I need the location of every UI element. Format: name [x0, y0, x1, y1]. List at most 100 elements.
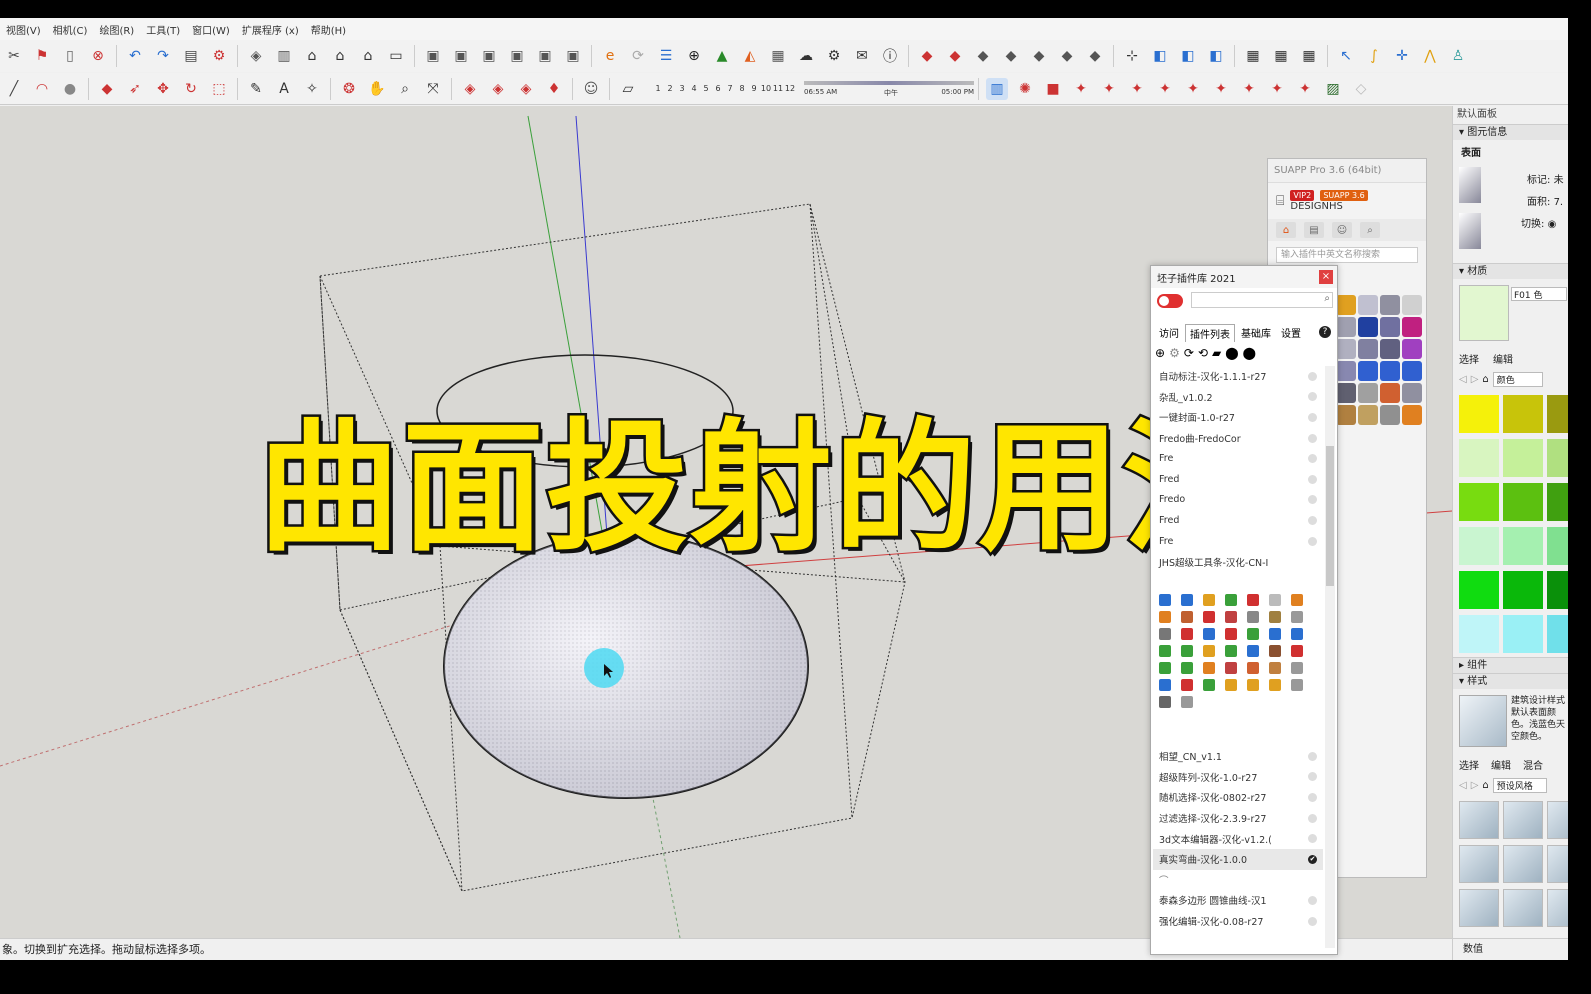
image-icon[interactable]: ▨: [1322, 78, 1344, 100]
zoom-icon[interactable]: ⌕: [394, 78, 416, 100]
tool-icon[interactable]: [1336, 361, 1356, 381]
tab-select[interactable]: 选择: [1459, 351, 1479, 366]
lasso-icon[interactable]: ∫: [1363, 45, 1385, 67]
tab-settings[interactable]: 设置: [1277, 324, 1305, 342]
text-tool-icon[interactable]: A: [273, 78, 295, 100]
plugin-tool-b-icon[interactable]: ✦: [1098, 78, 1120, 100]
style-thumb[interactable]: [1459, 845, 1499, 883]
color-swatch[interactable]: [1503, 571, 1543, 609]
scale-tool-icon[interactable]: ⬚: [208, 78, 230, 100]
sandbox-icon[interactable]: ◆: [916, 45, 938, 67]
tool-icon[interactable]: [1225, 594, 1237, 606]
tool-icon[interactable]: [1247, 679, 1259, 691]
solid-union-icon[interactable]: ◈: [459, 78, 481, 100]
menu-tools[interactable]: 工具(T): [146, 22, 180, 37]
tool-icon[interactable]: [1291, 594, 1303, 606]
orbit-icon[interactable]: ❂: [338, 78, 360, 100]
list-item[interactable]: Fredo: [1153, 490, 1323, 511]
tool-icon[interactable]: [1181, 696, 1193, 708]
tool-icon[interactable]: [1181, 611, 1193, 623]
home-icon[interactable]: ⌂: [1482, 780, 1488, 791]
plugin-tool-g-icon[interactable]: ✦: [1238, 78, 1260, 100]
tool-icon[interactable]: [1159, 594, 1171, 606]
rotate-tool-icon[interactable]: ↻: [180, 78, 202, 100]
sandbox-grid-icon[interactable]: ◆: [944, 45, 966, 67]
tool-icon[interactable]: [1269, 628, 1281, 640]
drape-icon[interactable]: ◆: [1028, 45, 1050, 67]
section-fill-icon[interactable]: ◧: [1205, 45, 1227, 67]
top-view-icon[interactable]: ▥: [273, 45, 295, 67]
tab-plugin-list[interactable]: 插件列表: [1185, 324, 1235, 342]
list-item[interactable]: Fre: [1153, 531, 1323, 552]
list-icon[interactable]: ▤: [1304, 222, 1324, 238]
components-icon[interactable]: ▦: [1270, 45, 1292, 67]
menu-help[interactable]: 帮助(H): [311, 22, 346, 37]
eye-icon[interactable]: ◉: [1548, 219, 1557, 230]
folder-icon[interactable]: ▰: [1212, 346, 1221, 360]
shadow-toggle-icon[interactable]: ▱: [617, 78, 639, 100]
color-swatch[interactable]: [1547, 527, 1568, 565]
search-icon[interactable]: ⌕: [1324, 293, 1330, 304]
tool-icon[interactable]: [1358, 295, 1378, 315]
list-item[interactable]: 3d文本编辑器-汉化-v1.2.(: [1153, 828, 1323, 849]
shaded-icon[interactable]: ▣: [506, 45, 528, 67]
style-tab-select[interactable]: 选择: [1459, 757, 1479, 772]
add-location-icon[interactable]: ⊕: [683, 45, 705, 67]
list-item[interactable]: JHS超级工具条-汉化-CN-I: [1153, 551, 1323, 572]
tool-icon[interactable]: [1203, 662, 1215, 674]
checker-icon[interactable]: ▦: [767, 45, 789, 67]
style-thumb[interactable]: [1503, 801, 1543, 839]
tab-base-library[interactable]: 基础库: [1237, 324, 1275, 342]
menu-draw[interactable]: 绘图(R): [99, 22, 134, 37]
smoove-icon[interactable]: ◆: [972, 45, 994, 67]
color-swatch[interactable]: [1547, 571, 1568, 609]
color-swatch[interactable]: [1459, 483, 1499, 521]
list-item[interactable]: 泰森多边形 圆锥曲线-汉1: [1153, 890, 1323, 911]
tool-icon[interactable]: [1291, 628, 1303, 640]
materials-header[interactable]: ▾ 材质: [1453, 263, 1568, 279]
section-cuts-icon[interactable]: ◧: [1177, 45, 1199, 67]
select-cursor-icon[interactable]: ↖: [1335, 45, 1357, 67]
measurements-box[interactable]: 数值: [1453, 938, 1568, 960]
tool-icon[interactable]: [1402, 405, 1422, 425]
tool-icon[interactable]: [1380, 339, 1400, 359]
components-header[interactable]: ▸ 组件: [1453, 657, 1568, 673]
solid-subtract-icon[interactable]: ◈: [487, 78, 509, 100]
tool-icon[interactable]: [1159, 662, 1171, 674]
tool-icon[interactable]: [1247, 645, 1259, 657]
material-name-field[interactable]: F01 色: [1511, 287, 1567, 301]
list-item[interactable]: 相望_CN_v1.1: [1153, 746, 1323, 767]
layer-tool-icon[interactable]: ▥: [986, 77, 1008, 100]
list-item[interactable]: 自动标注-汉化-1.1.1-r27: [1153, 366, 1323, 387]
push-pull-icon[interactable]: ◆: [96, 78, 118, 100]
plugin-tool-c-icon[interactable]: ✦: [1126, 78, 1148, 100]
tool-icon[interactable]: [1269, 645, 1281, 657]
color-swatch[interactable]: [1459, 527, 1499, 565]
walk-icon[interactable]: ⋀: [1419, 45, 1441, 67]
list-item[interactable]: 杂乱_v1.0.2: [1153, 387, 1323, 408]
home-icon[interactable]: ⌂: [1482, 374, 1488, 385]
eraser-icon[interactable]: ▯: [59, 45, 81, 67]
tool-icon[interactable]: [1380, 405, 1400, 425]
tool-icon[interactable]: [1203, 594, 1215, 606]
plugin-tool-a-icon[interactable]: ✦: [1070, 78, 1092, 100]
gem-icon[interactable]: ♦: [543, 78, 565, 100]
tool-icon[interactable]: [1225, 611, 1237, 623]
list-item-selected[interactable]: 真实弯曲-汉化-1.0.0 ✔: [1153, 848, 1323, 870]
color-swatch[interactable]: [1547, 395, 1568, 433]
tool-icon[interactable]: [1336, 295, 1356, 315]
tool-icon[interactable]: [1269, 594, 1281, 606]
tool-icon[interactable]: [1358, 339, 1378, 359]
plugin-search-input[interactable]: ⌕: [1191, 292, 1333, 308]
style-thumb[interactable]: [1503, 889, 1543, 927]
tool-icon[interactable]: [1402, 295, 1422, 315]
face-back-swatch[interactable]: [1459, 213, 1481, 249]
tool-icon[interactable]: [1247, 611, 1259, 623]
cloud-icon[interactable]: ☁: [795, 45, 817, 67]
plugin-tool-i-icon[interactable]: ✦: [1294, 78, 1316, 100]
back-view-icon[interactable]: ⌂: [357, 45, 379, 67]
checkmark-icon[interactable]: ✔: [1308, 854, 1317, 864]
list-item[interactable]: 超级阵列-汉化-1.0-r27: [1153, 767, 1323, 788]
solid-trim-icon[interactable]: ◈: [515, 78, 537, 100]
material-category-select[interactable]: 颜色: [1492, 372, 1543, 387]
